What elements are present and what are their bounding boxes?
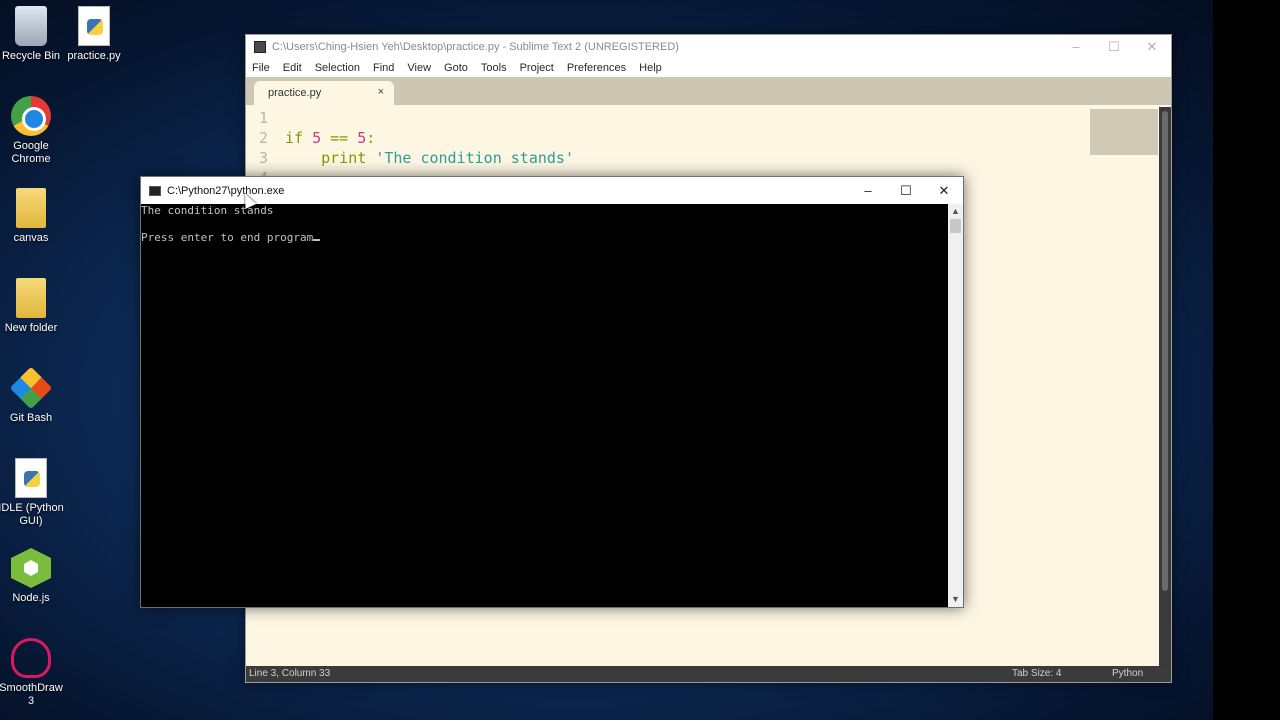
nodejs-icon: [11, 548, 51, 588]
editor-scrollbar[interactable]: [1159, 107, 1171, 667]
desktop-icon-label: Node.js: [12, 592, 50, 604]
line-number: 3: [258, 149, 268, 167]
tab-practice-py[interactable]: practice.py ×: [254, 81, 394, 105]
desktop-icon-git-bash[interactable]: Git Bash: [0, 366, 66, 425]
sublime-statusbar: Line 3, Column 33 Tab Size: 4 Python: [246, 666, 1171, 682]
scroll-up-icon[interactable]: ▲: [948, 204, 963, 219]
tab-size-indicator[interactable]: Tab Size: 4: [1012, 666, 1061, 682]
minimize-button[interactable]: –: [1057, 39, 1095, 55]
console-window-title: C:\Python27\python.exe: [167, 184, 285, 197]
desktop-icon-canvas[interactable]: canvas: [0, 188, 66, 245]
menu-help[interactable]: Help: [639, 62, 662, 74]
python-file-icon: [78, 6, 110, 46]
number-literal: 5: [357, 129, 367, 147]
desktop-icon-google-chrome[interactable]: Google Chrome: [0, 96, 66, 166]
editor-scrollbar-thumb[interactable]: [1162, 111, 1168, 591]
operator: ==: [330, 129, 349, 147]
console-scrollbar[interactable]: ▲ ▼: [948, 204, 963, 607]
sublime-window-title: C:\Users\Ching-Hsien Yeh\Desktop\practic…: [272, 41, 679, 53]
python-console-window[interactable]: C:\Python27\python.exe – ☐ ✕ The conditi…: [140, 176, 964, 608]
syntax-indicator[interactable]: Python: [1112, 666, 1143, 682]
desktop-icon-label: canvas: [13, 232, 49, 244]
colon: :: [366, 129, 376, 147]
tab-close-icon[interactable]: ×: [378, 86, 384, 98]
desktop-icon-label: practice.py: [67, 50, 121, 62]
number-literal: 5: [312, 129, 322, 147]
tab-label: practice.py: [268, 87, 322, 99]
minimize-button[interactable]: –: [849, 183, 887, 199]
menu-project[interactable]: Project: [520, 62, 554, 74]
menu-preferences[interactable]: Preferences: [567, 62, 626, 74]
code-line-2: if 5 == 5:: [285, 129, 375, 147]
keyword-print: print: [321, 149, 367, 167]
smoothdraw-icon: [11, 638, 51, 678]
menu-find[interactable]: Find: [373, 62, 394, 74]
menu-selection[interactable]: Selection: [315, 62, 360, 74]
desktop-icon-idle[interactable]: IDLE (Python GUI): [0, 458, 66, 528]
menu-goto[interactable]: Goto: [444, 62, 468, 74]
desktop-icon-label: Recycle Bin: [1, 50, 61, 62]
folder-icon: [16, 188, 46, 228]
screen-edge-bar: [1213, 0, 1280, 720]
git-bash-icon: [9, 366, 53, 410]
scroll-down-icon[interactable]: ▼: [948, 592, 963, 607]
folder-icon: [16, 278, 46, 318]
desktop-icon-label: IDLE (Python GUI): [0, 502, 64, 527]
desktop-icon-practice-py[interactable]: practice.py: [59, 6, 129, 63]
console-titlebar[interactable]: C:\Python27\python.exe – ☐ ✕: [141, 177, 963, 204]
menu-view[interactable]: View: [407, 62, 431, 74]
line-number: 2: [258, 129, 268, 147]
console-window-controls: – ☐ ✕: [849, 183, 963, 199]
string-literal: 'The condition stands': [375, 149, 574, 167]
desktop-icon-label: Google Chrome: [11, 140, 51, 165]
console-line: Press enter to end program: [141, 231, 314, 244]
sublime-app-icon: [254, 41, 266, 53]
sublime-menubar: File Edit Selection Find View Goto Tools…: [246, 59, 1171, 77]
chrome-icon: [11, 96, 51, 136]
desktop-icon-label: SmoothDraw 3: [0, 682, 63, 707]
desktop-icon-smoothdraw[interactable]: SmoothDraw 3: [0, 638, 66, 708]
minimap[interactable]: [1090, 109, 1158, 155]
maximize-button[interactable]: ☐: [1095, 39, 1133, 55]
sublime-window-controls: – ☐ ✕: [1057, 39, 1171, 55]
maximize-button[interactable]: ☐: [887, 183, 925, 199]
desktop-icon-nodejs[interactable]: Node.js: [0, 548, 66, 605]
sublime-tabbar: practice.py ×: [246, 77, 1171, 105]
console-output[interactable]: The condition stands Press enter to end …: [141, 204, 963, 607]
desktop-icon-label: New folder: [4, 322, 58, 334]
text-cursor: [313, 239, 321, 241]
close-button[interactable]: ✕: [925, 183, 963, 199]
console-app-icon: [149, 185, 161, 196]
line-number: 1: [258, 109, 268, 127]
console-line: The condition stands: [141, 204, 274, 217]
console-scrollbar-thumb[interactable]: [950, 219, 961, 233]
desktop-icon-label: Git Bash: [9, 412, 53, 424]
code-line-3: print 'The condition stands': [285, 149, 574, 167]
idle-python-icon: [15, 458, 47, 498]
keyword-if: if: [285, 129, 304, 147]
menu-tools[interactable]: Tools: [481, 62, 507, 74]
sublime-titlebar[interactable]: C:\Users\Ching-Hsien Yeh\Desktop\practic…: [246, 35, 1171, 59]
menu-file[interactable]: File: [252, 62, 270, 74]
desktop-icon-new-folder[interactable]: New folder: [0, 278, 66, 335]
close-button[interactable]: ✕: [1133, 39, 1171, 55]
desktop-icon-recycle-bin[interactable]: Recycle Bin: [0, 6, 66, 63]
cursor-position: Line 3, Column 33: [249, 668, 331, 679]
recycle-bin-icon: [15, 6, 47, 46]
menu-edit[interactable]: Edit: [283, 62, 302, 74]
console-line-prompt: Press enter to end program: [141, 231, 321, 244]
